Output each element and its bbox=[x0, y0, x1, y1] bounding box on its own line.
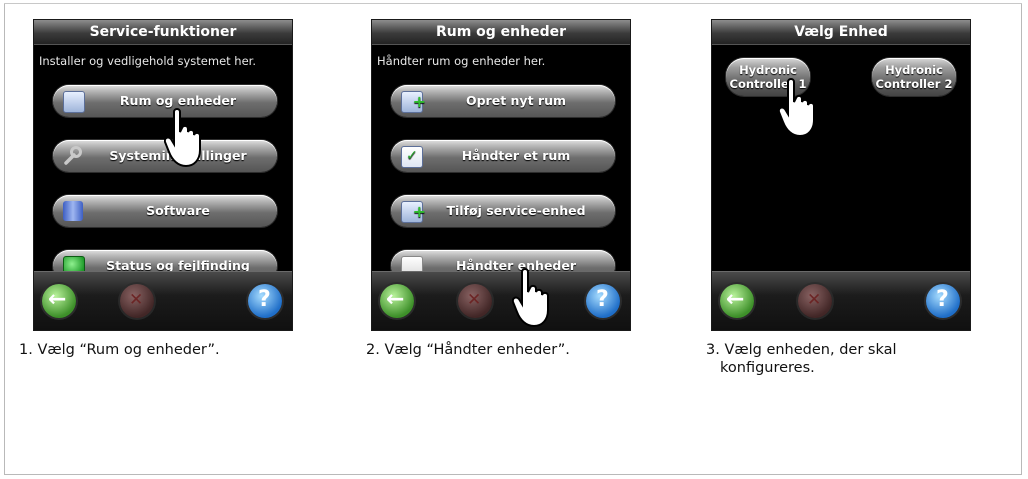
screen-subtitle: Håndter rum og enheder her. bbox=[377, 54, 546, 68]
screen-title: Rum og enheder bbox=[372, 20, 630, 45]
step-2-caption: 2. Vælg “Håndter enheder”. bbox=[366, 342, 570, 358]
add-document-icon bbox=[401, 86, 426, 118]
back-arrow-icon[interactable] bbox=[720, 284, 754, 318]
bottom-nav-bar bbox=[712, 271, 970, 330]
button-label: Tilføj service-enhed bbox=[446, 203, 586, 218]
button-label: Håndter et rum bbox=[461, 148, 571, 163]
checklist-icon: ✓ bbox=[401, 146, 423, 168]
help-icon[interactable] bbox=[926, 284, 960, 318]
controller-label-line2: Controller 2 bbox=[875, 77, 953, 91]
create-room-button[interactable]: Opret nyt rum bbox=[391, 85, 615, 118]
button-label: Opret nyt rum bbox=[465, 93, 566, 108]
back-arrow-icon[interactable] bbox=[42, 284, 76, 318]
screen-subtitle: Installer og vedligehold systemet her. bbox=[39, 54, 256, 68]
step-3-caption-line2: konfigureres. bbox=[720, 360, 815, 376]
screen-service-functions: Service-funktioner Installer og vedligeh… bbox=[34, 20, 292, 330]
document-icon bbox=[63, 91, 85, 113]
controller-label-line1: Hydronic bbox=[739, 63, 797, 77]
hydronic-controller-2-button[interactable]: Hydronic Controller 2 bbox=[872, 58, 956, 96]
step-1-caption: 1. Vælg “Rum og enheder”. bbox=[19, 342, 220, 358]
software-button[interactable]: Software bbox=[53, 195, 277, 227]
manage-room-button[interactable]: ✓ Håndter et rum bbox=[391, 140, 615, 172]
screen-select-device: Vælg Enhed Hydronic Controller 1 Hydroni… bbox=[712, 20, 970, 330]
database-icon bbox=[63, 201, 83, 221]
help-icon[interactable] bbox=[248, 284, 282, 318]
screen-title: Service-funktioner bbox=[34, 20, 292, 45]
screen-rooms-and-devices: Rum og enheder Håndter rum og enheder he… bbox=[372, 20, 630, 330]
button-label: Rum og enheder bbox=[119, 93, 237, 108]
pointing-hand-icon bbox=[777, 78, 822, 138]
bottom-nav-bar bbox=[372, 271, 630, 330]
pointing-hand-icon bbox=[511, 268, 556, 328]
cancel-x-icon[interactable] bbox=[458, 284, 492, 318]
controller-label-line1: Hydronic bbox=[885, 63, 943, 77]
cancel-x-icon[interactable] bbox=[120, 284, 154, 318]
add-device-icon bbox=[401, 196, 426, 228]
bottom-nav-bar bbox=[34, 271, 292, 330]
add-service-device-button[interactable]: Tilføj service-enhed bbox=[391, 195, 615, 228]
screen-title: Vælg Enhed bbox=[712, 20, 970, 45]
pointing-hand-icon bbox=[163, 108, 208, 168]
step-3-caption-line1: 3. Vælg enheden, der skal bbox=[706, 342, 897, 358]
wrench-icon bbox=[63, 146, 83, 166]
button-label: Software bbox=[146, 203, 210, 218]
help-icon[interactable] bbox=[586, 284, 620, 318]
cancel-x-icon[interactable] bbox=[798, 284, 832, 318]
step-3-caption: 3. Vælg enheden, der skal konfigureres. bbox=[706, 341, 897, 377]
back-arrow-icon[interactable] bbox=[380, 284, 414, 318]
